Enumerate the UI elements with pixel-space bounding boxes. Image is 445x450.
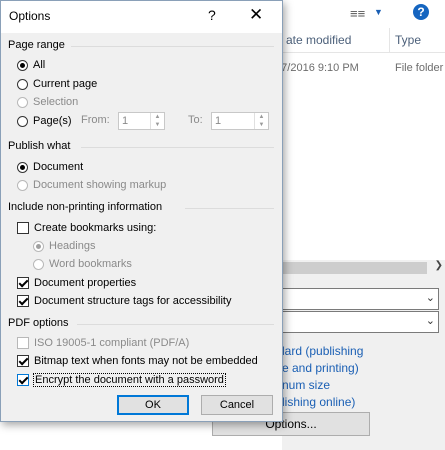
filetype-combo[interactable]: ⌄	[282, 311, 439, 333]
radio-selection-label: Selection	[33, 96, 79, 108]
background-toolbar: ≡≡ ▼ ?	[282, 0, 445, 28]
radio-headings: Headings	[33, 238, 95, 254]
radio-indicator	[17, 96, 28, 108]
chevron-down-icon: ⌄	[425, 292, 435, 304]
radio-pages[interactable]: Page(s)	[17, 113, 72, 129]
radio-document-label: Document	[33, 161, 84, 173]
checkbox-encrypt[interactable]: Encrypt the document with a password	[17, 372, 226, 388]
chevron-down-icon: ⌄	[425, 315, 435, 327]
publish-what-heading: Publish what	[8, 140, 71, 152]
document-properties-label: Document properties	[34, 277, 137, 289]
from-spinner: 1 ▲ ▼	[118, 112, 165, 130]
help-icon[interactable]: ?	[208, 7, 216, 23]
from-label: From:	[81, 114, 110, 126]
radio-document-markup: Document showing markup	[17, 177, 166, 193]
column-date-modified[interactable]: ate modified	[286, 33, 351, 47]
radio-word-bookmarks: Word bookmarks	[33, 256, 132, 272]
radio-indicator	[33, 258, 44, 270]
scroll-right-icon[interactable]: ❯	[435, 260, 443, 271]
radio-indicator[interactable]	[17, 115, 28, 127]
from-value: 1	[122, 115, 129, 127]
options-dialog: Options ? ✕ Page range All Current page …	[0, 0, 283, 422]
scrollbar-thumb[interactable]	[282, 262, 427, 274]
radio-current-page-label: Current page	[33, 78, 98, 90]
checkbox-indicator[interactable]	[17, 374, 29, 386]
to-spinner: 1 ▲ ▼	[211, 112, 269, 130]
column-separator	[389, 28, 390, 52]
radio-word-bookmarks-label: Word bookmarks	[49, 258, 132, 270]
file-date: /27/2016 9:10 PM	[272, 62, 359, 74]
iso-label: ISO 19005-1 compliant (PDF/A)	[34, 337, 190, 349]
spinner-arrows-icon: ▲ ▼	[254, 113, 268, 129]
checkbox-bitmap-text[interactable]: Bitmap text when fonts may not be embedd…	[17, 353, 258, 369]
radio-indicator[interactable]	[17, 161, 28, 173]
radio-indicator[interactable]	[17, 59, 28, 71]
group-divider	[185, 208, 274, 209]
checkbox-indicator[interactable]	[17, 222, 29, 234]
group-divider	[77, 324, 274, 325]
optimize-standard-label[interactable]: lard (publishing e and printing)	[282, 343, 363, 377]
dialog-titlebar[interactable]: Options ? ✕	[1, 1, 282, 33]
filename-combo[interactable]: ⌄	[282, 288, 439, 310]
create-bookmarks-label: Create bookmarks using:	[34, 222, 157, 234]
spinner-arrows-icon: ▲ ▼	[150, 113, 164, 129]
close-icon[interactable]: ✕	[249, 5, 263, 25]
encrypt-label: Encrypt the document with a password	[33, 373, 226, 387]
checkbox-indicator[interactable]	[17, 295, 29, 307]
radio-indicator	[33, 240, 44, 252]
dropdown-arrow-icon[interactable]: ▼	[374, 7, 383, 17]
checkbox-create-bookmarks[interactable]: Create bookmarks using:	[17, 220, 156, 236]
radio-indicator[interactable]	[17, 78, 28, 90]
radio-indicator	[17, 179, 28, 191]
help-icon[interactable]: ?	[413, 4, 429, 20]
radio-document-markup-label: Document showing markup	[33, 179, 167, 191]
radio-selection: Selection	[17, 94, 78, 110]
checkbox-structure-tags[interactable]: Document structure tags for accessibilit…	[17, 293, 231, 309]
checkbox-iso-compliant: ISO 19005-1 compliant (PDF/A)	[17, 335, 189, 351]
file-list-header: ate modified Type	[282, 28, 445, 53]
checkbox-indicator[interactable]	[17, 355, 29, 367]
radio-document[interactable]: Document	[17, 159, 83, 175]
file-type: File folder	[395, 62, 444, 74]
page-range-heading: Page range	[8, 39, 65, 51]
group-divider	[71, 46, 274, 47]
radio-pages-label: Page(s)	[33, 115, 72, 127]
group-divider	[81, 147, 274, 148]
radio-current-page[interactable]: Current page	[17, 76, 97, 92]
checkbox-indicator[interactable]	[17, 277, 29, 289]
checkbox-document-properties[interactable]: Document properties	[17, 275, 136, 291]
column-type[interactable]: Type	[395, 33, 421, 47]
view-menu-icon[interactable]: ≡≡	[350, 6, 365, 21]
pdf-options-heading: PDF options	[8, 317, 69, 329]
to-value: 1	[215, 115, 222, 127]
bitmap-text-label: Bitmap text when fonts may not be embedd…	[34, 355, 258, 367]
optimize-minimum-label[interactable]: num size lishing online)	[282, 377, 355, 411]
to-label: To:	[188, 114, 203, 126]
ok-button[interactable]: OK	[117, 395, 189, 415]
non-printing-heading: Include non-printing information	[8, 201, 163, 213]
radio-all[interactable]: All	[17, 57, 45, 73]
dialog-title: Options	[9, 9, 51, 23]
radio-all-label: All	[33, 59, 46, 71]
cancel-button[interactable]: Cancel	[201, 395, 273, 415]
horizontal-scrollbar[interactable]: ❯	[282, 260, 445, 276]
structure-tags-label: Document structure tags for accessibilit…	[34, 295, 232, 307]
checkbox-indicator	[17, 337, 29, 349]
radio-headings-label: Headings	[49, 240, 96, 252]
